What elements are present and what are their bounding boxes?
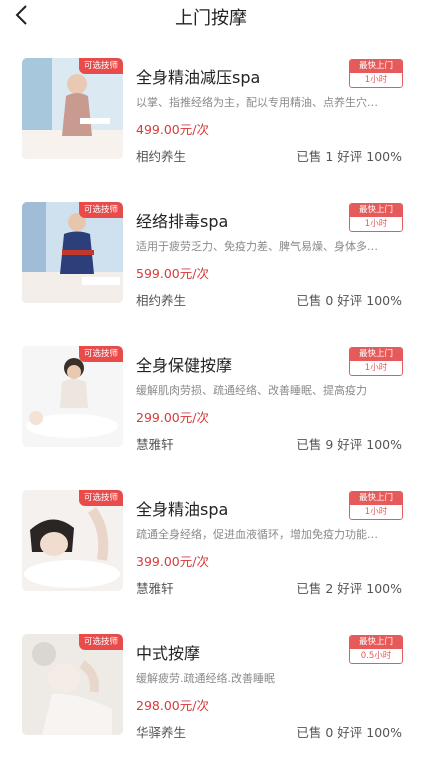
fastest-arrival-badge: 最快上门 1小时: [349, 491, 403, 520]
sales-rating: 已售 1 好评 100%: [296, 149, 402, 164]
service-item[interactable]: 可选技师 全身保健按摩 最快上门 1小时 缓解肌肉劳损、疏通经络、改善睡眠、提高…: [0, 346, 422, 490]
fastest-arrival-time: 1小时: [350, 505, 402, 519]
service-item[interactable]: 可选技师 全身精油减压spa 最快上门 1小时 以掌、指推经络为主，配以专用精油…: [0, 58, 422, 202]
fastest-arrival-badge: 最快上门 1小时: [349, 347, 403, 376]
service-item[interactable]: 可选技师 经络排毒spa 最快上门 1小时 适用于疲劳乏力、免疫力差、脾气易燥、…: [0, 202, 422, 346]
service-item[interactable]: 可选技师 中式按摩 最快上门 0.5小时 缓解疲劳.疏通经络.改善睡眠 298.…: [0, 634, 422, 778]
service-item[interactable]: 可选技师 全身精油spa 最快上门 1小时 疏通全身经络，促进血液循环，增加免疫…: [0, 490, 422, 634]
fastest-arrival-time: 1小时: [350, 217, 402, 231]
selectable-technician-badge: 可选技师: [78, 490, 123, 506]
service-name: 全身精油减压spa: [136, 68, 261, 87]
service-name: 中式按摩: [136, 644, 201, 663]
service-price: 299.00元/次: [136, 410, 209, 425]
fastest-arrival-time: 0.5小时: [350, 649, 402, 663]
fastest-arrival-time: 1小时: [350, 73, 402, 87]
service-photo: 可选技师: [22, 346, 123, 447]
fastest-arrival-label: 最快上门: [350, 204, 402, 217]
shop-name: 慧雅轩: [136, 437, 174, 452]
shop-name: 华驿养生: [136, 725, 187, 740]
fastest-arrival-label: 最快上门: [350, 492, 402, 505]
nav-header: 上门按摩: [0, 0, 422, 32]
service-description: 疏通全身经络，促进血液循环，增加免疫力功能…: [136, 528, 378, 541]
shop-name: 相约养生: [136, 149, 187, 164]
sales-rating: 已售 9 好评 100%: [296, 437, 402, 452]
service-name: 经络排毒spa: [136, 212, 229, 231]
selectable-technician-badge: 可选技师: [78, 346, 123, 362]
service-price: 298.00元/次: [136, 698, 209, 713]
service-description: 以掌、指推经络为主，配以专用精油、点养生穴…: [136, 96, 378, 109]
service-photo: 可选技师: [22, 58, 123, 159]
shop-name: 慧雅轩: [136, 581, 174, 596]
sales-rating: 已售 2 好评 100%: [296, 581, 402, 596]
service-price: 399.00元/次: [136, 554, 209, 569]
sales-rating: 已售 0 好评 100%: [296, 293, 402, 308]
fastest-arrival-badge: 最快上门 1小时: [349, 59, 403, 88]
selectable-technician-badge: 可选技师: [78, 58, 123, 74]
fastest-arrival-label: 最快上门: [350, 348, 402, 361]
fastest-arrival-label: 最快上门: [350, 636, 402, 649]
service-price: 499.00元/次: [136, 122, 209, 137]
service-name: 全身精油spa: [136, 500, 229, 519]
service-photo: 可选技师: [22, 490, 123, 591]
service-description: 缓解疲劳.疏通经络.改善睡眠: [136, 672, 275, 685]
service-name: 全身保健按摩: [136, 356, 233, 375]
service-list: 可选技师 全身精油减压spa 最快上门 1小时 以掌、指推经络为主，配以专用精油…: [0, 58, 422, 778]
sales-rating: 已售 0 好评 100%: [296, 725, 402, 740]
selectable-technician-badge: 可选技师: [78, 202, 123, 218]
service-photo: 可选技师: [22, 634, 123, 735]
selectable-technician-badge: 可选技师: [78, 634, 123, 650]
service-description: 缓解肌肉劳损、疏通经络、改善睡眠、提高疫力: [136, 384, 367, 397]
page-title: 上门按摩: [175, 8, 247, 29]
service-description: 适用于疲劳乏力、免疫力差、脾气易燥、身体多…: [136, 240, 378, 253]
fastest-arrival-badge: 最快上门 0.5小时: [349, 635, 403, 664]
fastest-arrival-label: 最快上门: [350, 60, 402, 73]
fastest-arrival-badge: 最快上门 1小时: [349, 203, 403, 232]
service-price: 599.00元/次: [136, 266, 209, 281]
shop-name: 相约养生: [136, 293, 187, 308]
service-photo: 可选技师: [22, 202, 123, 303]
fastest-arrival-time: 1小时: [350, 361, 402, 375]
